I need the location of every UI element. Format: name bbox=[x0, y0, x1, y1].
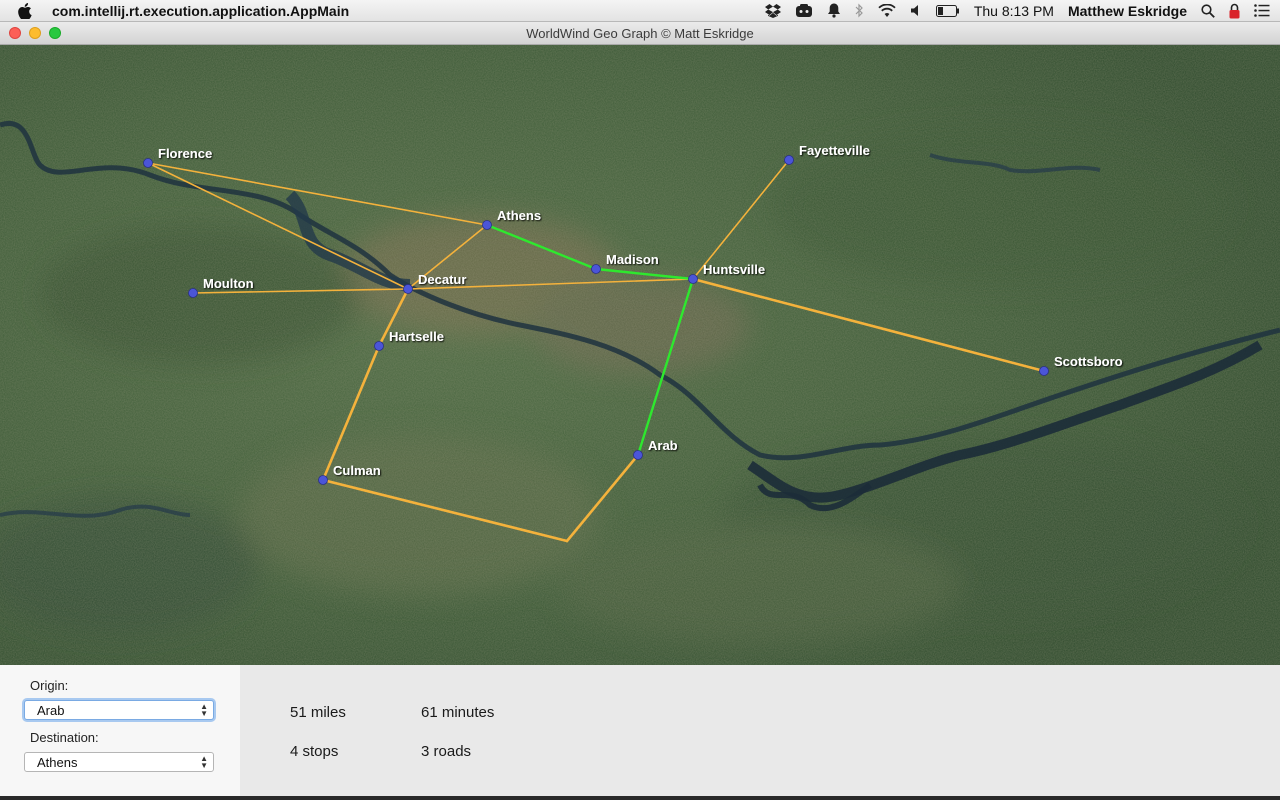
city-node-scottsboro[interactable] bbox=[1039, 366, 1049, 376]
city-label-culman: Culman bbox=[333, 463, 381, 478]
globe-map-view[interactable]: Florence Athens Madison Huntsville Fayettevi… bbox=[0, 45, 1280, 665]
status-area: Thu 8:13 PM Matthew Eskridge bbox=[764, 3, 1280, 19]
city-label-decatur: Decatur bbox=[418, 272, 466, 287]
route-form: Origin: Arab ▲ ▼ Destination: Athens ▲ ▼ bbox=[0, 665, 240, 796]
app-menu-name[interactable]: com.intellij.rt.execution.application.Ap… bbox=[52, 3, 349, 19]
city-node-fayetteville[interactable] bbox=[784, 155, 794, 165]
route-stops: 4 stops bbox=[290, 743, 339, 760]
route-distance: 51 miles bbox=[290, 704, 346, 721]
origin-label: Origin: bbox=[30, 678, 69, 693]
destination-select-value: Athens bbox=[37, 755, 78, 770]
route-panel: Origin: Arab ▲ ▼ Destination: Athens ▲ ▼ 5… bbox=[0, 665, 1280, 796]
city-node-moulton[interactable] bbox=[188, 288, 198, 298]
city-label-fayetteville: Fayetteville bbox=[799, 143, 870, 158]
origin-select-value: Arab bbox=[37, 703, 65, 718]
menu-bar: com.intellij.rt.execution.application.Ap… bbox=[0, 0, 1280, 22]
city-label-madison: Madison bbox=[606, 252, 659, 267]
volume-icon[interactable] bbox=[910, 4, 922, 17]
window-title: WorldWind Geo Graph © Matt Eskridge bbox=[526, 26, 754, 41]
battery-icon[interactable] bbox=[935, 4, 960, 17]
select-arrows-icon: ▲ ▼ bbox=[200, 754, 208, 770]
spotlight-search-icon[interactable] bbox=[1201, 3, 1215, 18]
city-node-arab[interactable] bbox=[633, 450, 643, 460]
menu-clock[interactable]: Thu 8:13 PM bbox=[974, 3, 1054, 19]
city-label-scottsboro: Scottsboro bbox=[1054, 354, 1123, 369]
wifi-icon[interactable] bbox=[878, 3, 896, 18]
city-node-culman[interactable] bbox=[318, 475, 328, 485]
city-label-athens: Athens bbox=[497, 208, 541, 223]
select-arrows-icon: ▲ ▼ bbox=[200, 702, 208, 718]
city-node-athens[interactable] bbox=[482, 220, 492, 230]
city-node-decatur[interactable] bbox=[403, 284, 413, 294]
route-roads: 3 roads bbox=[421, 743, 472, 760]
teamviewer-icon[interactable] bbox=[795, 3, 813, 18]
route-time: 61 minutes bbox=[421, 704, 495, 721]
notification-center-icon[interactable] bbox=[1254, 4, 1270, 17]
city-label-arab: Arab bbox=[648, 438, 678, 453]
apple-icon[interactable] bbox=[18, 2, 34, 20]
destination-label: Destination: bbox=[30, 730, 99, 745]
origin-select[interactable]: Arab ▲ ▼ bbox=[24, 700, 214, 720]
city-node-huntsville[interactable] bbox=[688, 274, 698, 284]
window-titlebar: WorldWind Geo Graph © Matt Eskridge bbox=[0, 22, 1280, 45]
destination-select[interactable]: Athens ▲ ▼ bbox=[24, 752, 214, 772]
dropbox-icon[interactable] bbox=[764, 3, 781, 18]
city-label-moulton: Moulton bbox=[203, 276, 254, 291]
city-label-hartselle: Hartselle bbox=[389, 329, 444, 344]
city-node-hartselle[interactable] bbox=[374, 341, 384, 351]
city-node-florence[interactable] bbox=[143, 158, 153, 168]
bluetooth-icon[interactable] bbox=[855, 3, 864, 18]
city-label-florence: Florence bbox=[158, 146, 212, 161]
lock-icon[interactable] bbox=[1229, 3, 1240, 19]
city-node-madison[interactable] bbox=[591, 264, 601, 274]
notification-bell-icon[interactable] bbox=[827, 3, 841, 18]
city-label-huntsville: Huntsville bbox=[703, 262, 765, 277]
menu-user-name[interactable]: Matthew Eskridge bbox=[1068, 3, 1187, 19]
window-bottom-edge bbox=[0, 796, 1280, 800]
